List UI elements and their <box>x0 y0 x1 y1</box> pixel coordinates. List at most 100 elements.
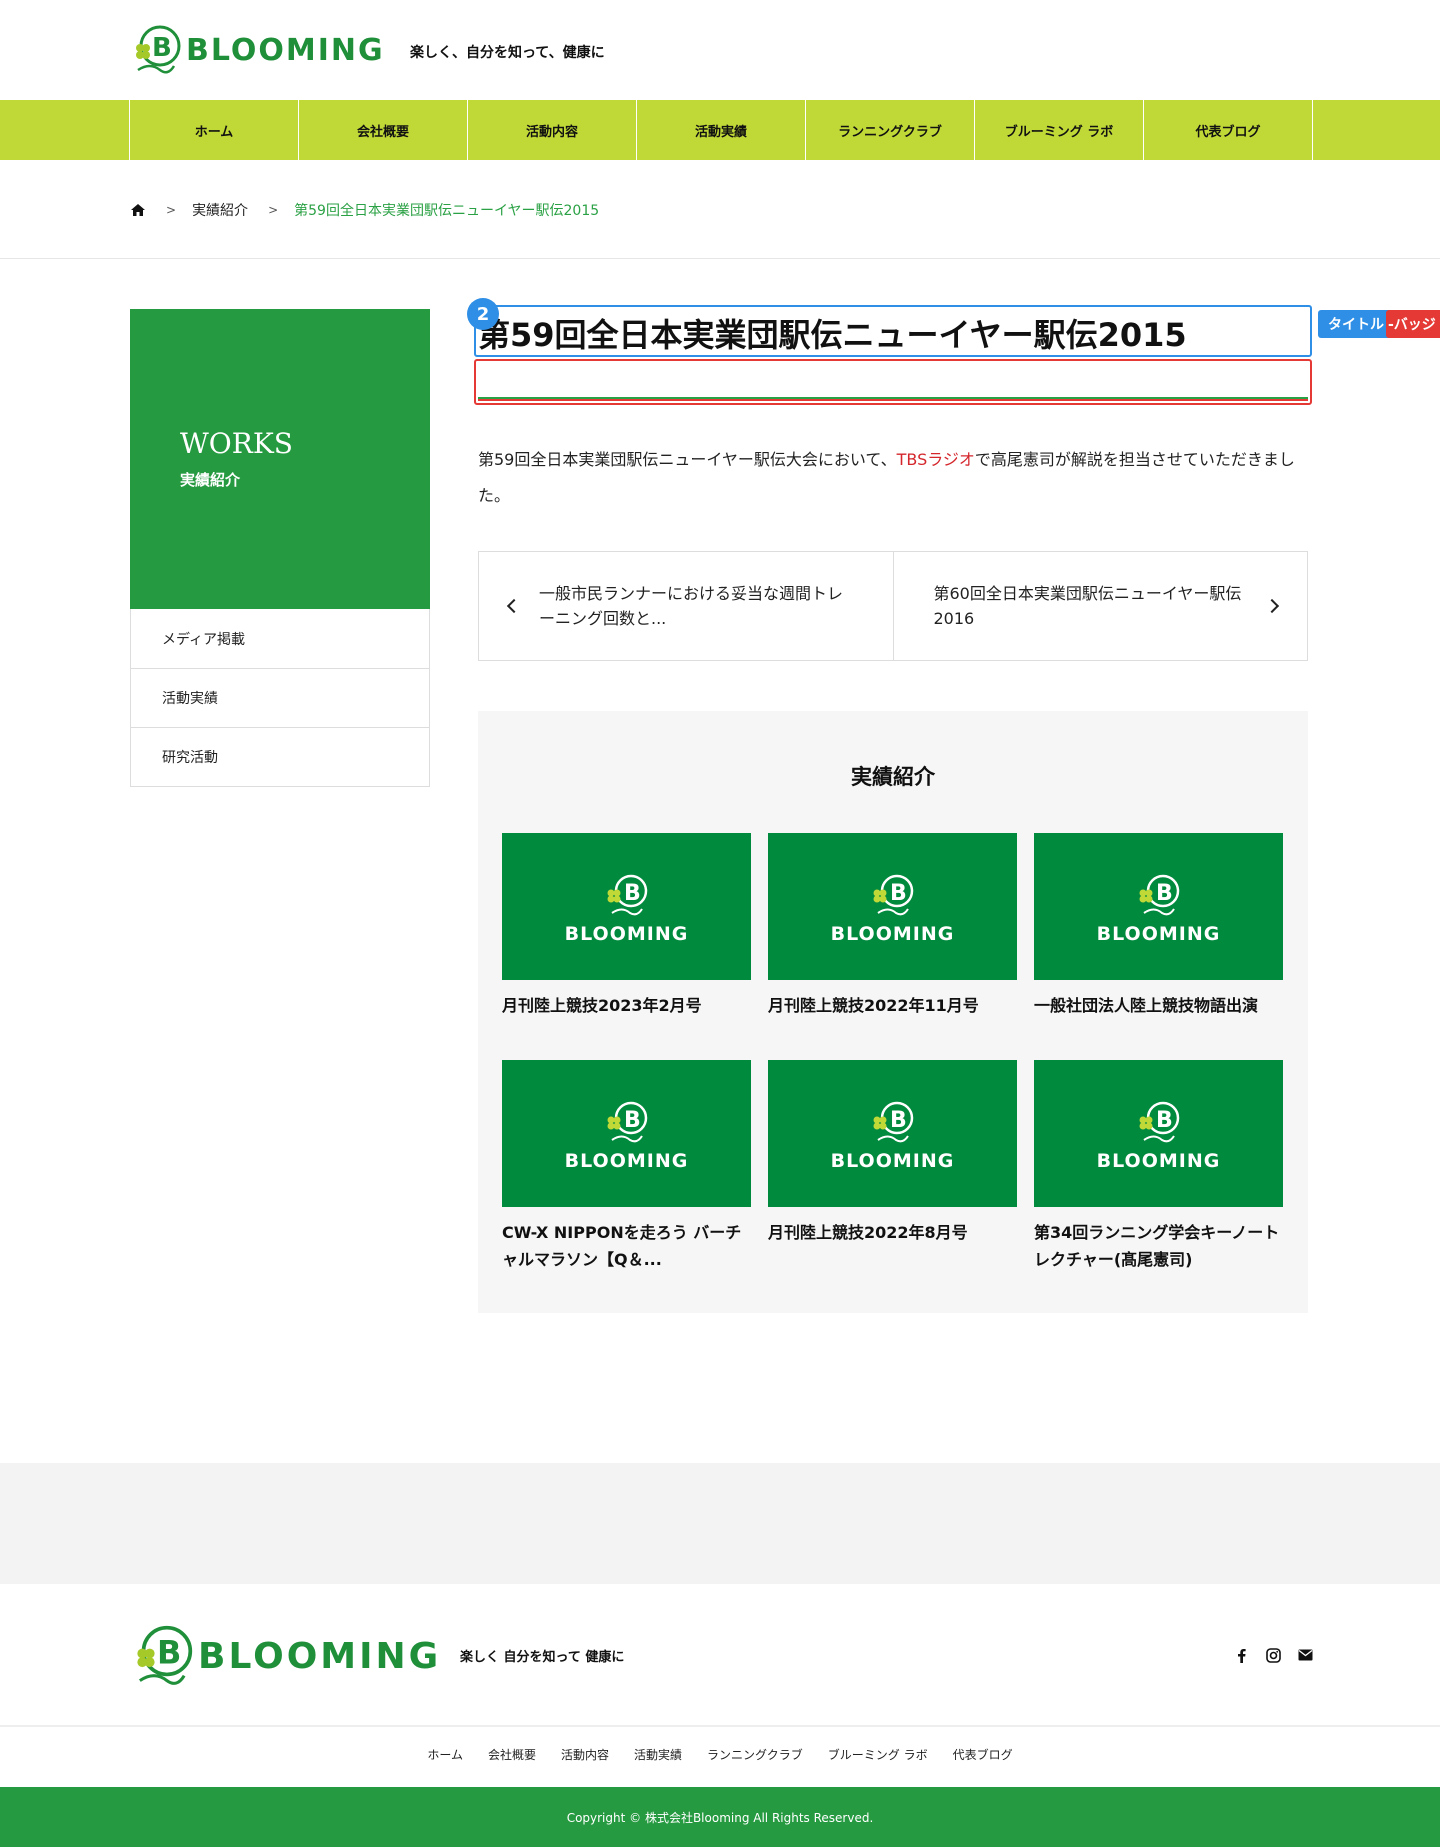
card-thumb-text: BLOOMING <box>564 923 689 945</box>
card-thumbnail: B BLOOMING <box>768 1060 1017 1207</box>
footer-nav-home[interactable]: ホーム <box>427 1746 463 1763</box>
sidebar-title-en: WORKS <box>180 427 293 460</box>
nav-item-blog[interactable]: 代表ブログ <box>1144 100 1313 160</box>
card-thumbnail: B BLOOMING <box>502 1060 751 1207</box>
card-thumbnail: B BLOOMING <box>1034 1060 1283 1207</box>
related-card[interactable]: B BLOOMING 一般社団法人陸上競技物語出演 <box>1034 833 1283 1019</box>
site-logo[interactable]: B BLOOMING <box>130 24 385 76</box>
related-works: 実績紹介 B BLOOMING 月刊陸上競技2023年2月号 B BLOOMING 月刊陸… <box>478 711 1308 1313</box>
annotation-badge-tag: -バッジ <box>1386 310 1440 338</box>
nav-item-activities[interactable]: 活動内容 <box>468 100 637 160</box>
annotation-number-badge: 2 <box>467 298 499 330</box>
svg-text:B: B <box>152 33 172 63</box>
footer-nav: ホーム 会社概要 活動内容 活動実績 ランニングクラブ ブルーミング ラボ 代表… <box>0 1746 1440 1763</box>
card-title: CW-X NIPPONを走ろう バーチャルマラソン【Q＆... <box>502 1223 742 1269</box>
instagram-icon[interactable] <box>1264 1646 1282 1664</box>
footer-nav-blooming-lab[interactable]: ブルーミング ラボ <box>828 1746 928 1763</box>
prev-post-link[interactable]: 一般市民ランナーにおける妥当な週間トレーニング回数と... <box>479 552 894 660</box>
card-title: 月刊陸上競技2022年8月号 <box>768 1223 968 1242</box>
title-underline <box>478 397 1308 401</box>
footer-nav-company[interactable]: 会社概要 <box>488 1746 536 1763</box>
footer-logo-text: BLOOMING <box>198 1635 442 1677</box>
card-thumb-text: BLOOMING <box>1096 1150 1221 1172</box>
blooming-logo-icon: B <box>136 25 181 74</box>
card-thumb-text: BLOOMING <box>830 923 955 945</box>
blooming-logo-icon: B <box>873 1101 914 1143</box>
card-thumbnail: B BLOOMING <box>502 833 751 980</box>
footer-nav-blog[interactable]: 代表ブログ <box>953 1746 1013 1763</box>
chevron-right-icon <box>1264 598 1280 614</box>
card-thumb-text: BLOOMING <box>830 1150 955 1172</box>
card-thumb-text: BLOOMING <box>1096 923 1221 945</box>
prev-post-title: 一般市民ランナーにおける妥当な週間トレーニング回数と... <box>539 584 844 628</box>
nav-item-results[interactable]: 活動実績 <box>637 100 806 160</box>
related-card[interactable]: B BLOOMING 月刊陸上競技2022年11月号 <box>768 833 1017 1019</box>
related-card[interactable]: B BLOOMING CW-X NIPPONを走ろう バーチャルマラソン【Q＆... <box>502 1060 751 1273</box>
card-thumb-text: BLOOMING <box>564 1150 689 1172</box>
footer-nav-activities[interactable]: 活動内容 <box>561 1746 609 1763</box>
footer-tagline: 楽しく 自分を知って 健康に <box>460 1650 625 1665</box>
related-card[interactable]: B BLOOMING 第34回ランニング学会キーノートレクチャー(髙尾憲司) <box>1034 1060 1283 1273</box>
site-tagline: 楽しく、自分を知って、健康に <box>410 45 605 61</box>
tbs-radio-link[interactable]: TBSラジオ <box>897 450 975 469</box>
svg-text:B: B <box>1156 1108 1173 1133</box>
nav-item-running-club[interactable]: ランニングクラブ <box>806 100 975 160</box>
post-pager: 一般市民ランナーにおける妥当な週間トレーニング回数と... 第60回全日本実業団… <box>478 551 1308 661</box>
sidebar-title-ja: 実績紹介 <box>180 471 241 489</box>
blooming-logo-icon: B <box>137 1625 193 1685</box>
global-nav: ホーム 会社概要 活動内容 活動実績 ランニングクラブ ブルーミング ラボ 代表… <box>0 100 1440 160</box>
related-heading: 実績紹介 <box>851 765 935 789</box>
chevron-right-icon: > <box>268 203 279 217</box>
post-body: 第59回全日本実業団駅伝ニューイヤー駅伝大会において、TBSラジオで高尾憲司が解… <box>478 442 1310 514</box>
breadcrumb-item-works[interactable]: 実績紹介 <box>192 200 248 220</box>
card-thumbnail: B BLOOMING <box>1034 833 1283 980</box>
blooming-logo-icon: B <box>1139 874 1180 916</box>
page-title: 第59回全日本実業団駅伝ニューイヤー駅伝2015 <box>478 316 1187 354</box>
social-links <box>1232 1646 1314 1664</box>
sidebar-item-media[interactable]: メディア掲載 <box>131 609 429 668</box>
sidebar-hero: WORKS 実績紹介 <box>130 309 430 609</box>
sidebar-item-research[interactable]: 研究活動 <box>131 727 429 786</box>
chevron-left-icon <box>506 598 522 614</box>
blooming-logo-icon: B <box>1139 1101 1180 1143</box>
nav-item-company[interactable]: 会社概要 <box>299 100 468 160</box>
post-body-text: 第59回全日本実業団駅伝ニューイヤー駅伝大会において、 <box>478 450 897 469</box>
blooming-logo-icon: B <box>607 1101 648 1143</box>
svg-text:B: B <box>890 1108 907 1133</box>
home-icon[interactable] <box>130 203 146 217</box>
footer-band <box>0 1463 1440 1584</box>
related-card[interactable]: B BLOOMING 月刊陸上競技2023年2月号 <box>502 833 751 1019</box>
related-card[interactable]: B BLOOMING 月刊陸上競技2022年8月号 <box>768 1060 1017 1246</box>
divider <box>0 1725 1440 1727</box>
card-thumbnail: B BLOOMING <box>768 833 1017 980</box>
svg-text:B: B <box>624 881 641 906</box>
facebook-icon[interactable] <box>1232 1646 1250 1664</box>
nav-item-home[interactable]: ホーム <box>130 100 299 160</box>
copyright: Copyright © 株式会社Blooming All Rights Rese… <box>0 1787 1440 1847</box>
annotation-title-tag: タイトル <box>1318 310 1394 338</box>
svg-text:B: B <box>1156 881 1173 906</box>
breadcrumb: > 実績紹介 > 第59回全日本実業団駅伝ニューイヤー駅伝2015 <box>130 200 599 220</box>
mail-icon[interactable] <box>1296 1646 1314 1664</box>
sidebar-item-results[interactable]: 活動実績 <box>131 668 429 727</box>
svg-text:B: B <box>624 1108 641 1133</box>
breadcrumb-item-current: 第59回全日本実業団駅伝ニューイヤー駅伝2015 <box>294 203 600 219</box>
site-header: B BLOOMING 楽しく、自分を知って、健康に <box>0 0 1440 100</box>
blooming-logo-icon: B <box>607 874 648 916</box>
svg-text:B: B <box>157 1633 181 1671</box>
logo-text: BLOOMING <box>186 32 385 68</box>
svg-text:B: B <box>890 881 907 906</box>
card-title: 月刊陸上競技2023年2月号 <box>502 996 702 1015</box>
footer-logo[interactable]: B BLOOMING <box>130 1624 441 1688</box>
footer-nav-results[interactable]: 活動実績 <box>634 1746 682 1763</box>
blooming-logo-icon: B <box>873 874 914 916</box>
card-title: 第34回ランニング学会キーノートレクチャー(髙尾憲司) <box>1034 1223 1280 1269</box>
chevron-right-icon: > <box>166 203 177 217</box>
next-post-link[interactable]: 第60回全日本実業団駅伝ニューイヤー駅伝2016 <box>894 552 1308 660</box>
card-title: 一般社団法人陸上競技物語出演 <box>1034 996 1259 1015</box>
divider <box>0 258 1440 259</box>
footer-nav-running-club[interactable]: ランニングクラブ <box>707 1746 803 1763</box>
card-title: 月刊陸上競技2022年11月号 <box>768 996 979 1015</box>
next-post-title: 第60回全日本実業団駅伝ニューイヤー駅伝2016 <box>933 584 1242 628</box>
nav-item-blooming-lab[interactable]: ブルーミング ラボ <box>975 100 1144 160</box>
